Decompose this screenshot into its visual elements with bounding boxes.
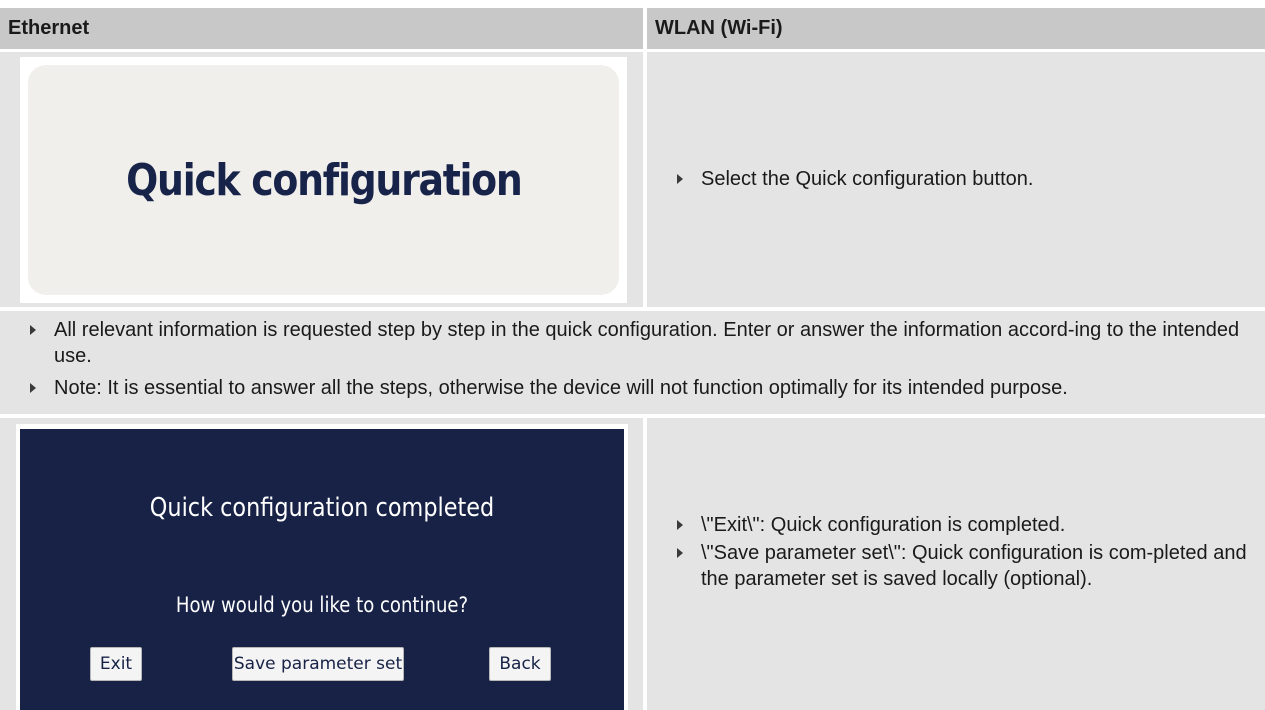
completion-dialog: Quick configuration completed How would … [20, 429, 624, 710]
dialog-question: How would you like to continue? [175, 593, 469, 617]
quick-config-screenshot: Quick configuration [20, 57, 627, 303]
option-item-save: \"Save parameter set\": Quick configurat… [677, 540, 1257, 592]
instruction-text: Select the Quick configuration button. [701, 168, 1034, 190]
completion-options-cell: \"Exit\": Quick configuration is complet… [647, 418, 1265, 710]
quick-configuration-button[interactable]: Quick configuration [28, 65, 619, 295]
bullet-arrow-icon [30, 325, 36, 335]
column-header-wlan: WLAN (Wi-Fi) [647, 8, 1265, 49]
exit-button[interactable]: Exit [90, 647, 142, 681]
dialog-title: Quick configuration completed [149, 493, 495, 523]
info-notes-cell: All relevant information is requested st… [0, 311, 1265, 414]
instruction-item: Select the Quick configuration button. [677, 166, 1247, 192]
option-text-exit: \"Exit\": Quick configuration is complet… [701, 514, 1066, 536]
quick-config-instruction-cell: Select the Quick configuration button. [647, 52, 1265, 307]
option-text-save: \"Save parameter set\": Quick configurat… [701, 542, 1247, 590]
bullet-arrow-icon [677, 520, 683, 530]
note-item: Note: It is essential to answer all the … [30, 375, 1255, 401]
quick-config-screenshot-cell: Quick configuration [0, 52, 643, 307]
column-header-ethernet: Ethernet [0, 8, 643, 49]
completion-dialog-screenshot: Quick configuration completed How would … [16, 424, 628, 710]
bullet-arrow-icon [677, 174, 683, 184]
note-text: Note: It is essential to answer all the … [54, 377, 1068, 399]
quick-configuration-button-label: Quick configuration [125, 154, 523, 206]
info-text: All relevant information is requested st… [54, 319, 1240, 367]
back-button[interactable]: Back [489, 647, 551, 681]
bullet-arrow-icon [677, 548, 683, 558]
completion-dialog-cell: Quick configuration completed How would … [0, 418, 643, 710]
save-parameter-set-button[interactable]: Save parameter set [232, 647, 404, 681]
info-item: All relevant information is requested st… [30, 317, 1255, 369]
bullet-arrow-icon [30, 383, 36, 393]
option-item-exit: \"Exit\": Quick configuration is complet… [677, 512, 1257, 538]
